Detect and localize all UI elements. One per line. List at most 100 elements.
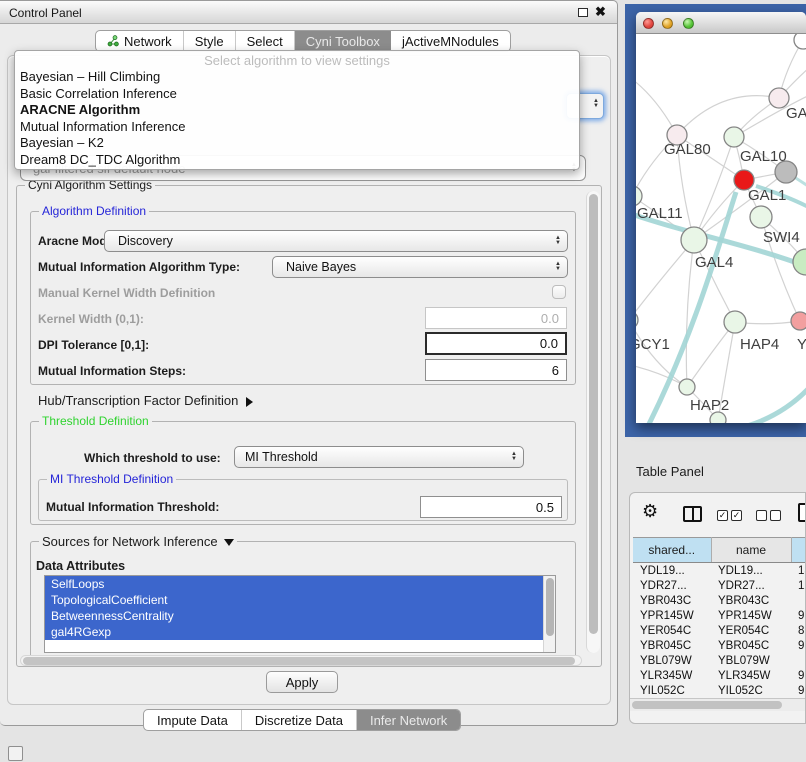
data-attributes-list[interactable]: SelfLoopsTopologicalCoefficientBetweenne… [44,575,556,653]
table-cell[interactable] [791,653,806,668]
table-cell[interactable]: YBR045C [711,638,791,653]
network-window[interactable]: GALGAL80GAL10GAL1SWI4GAL11GAL4GCY1HAP4YH… [636,12,806,423]
network-window-titlebar[interactable] [636,12,806,34]
control-panel-titlebar[interactable]: Control Panel ✖ [0,1,617,24]
table-cell[interactable]: YDR27... [633,578,711,593]
deselect-checkbox-icon[interactable] [756,510,767,521]
hub-definition-toggle[interactable]: Hub/Transcription Factor Definition [38,393,253,408]
network-node-gcy1[interactable] [636,311,638,329]
export-table-icon[interactable] [798,503,806,522]
network-node-gal4[interactable] [681,227,707,253]
table-cell[interactable]: YBR045C [633,638,711,653]
table-cell[interactable]: YDL19... [633,563,711,578]
network-node-hap2[interactable] [679,379,695,395]
table-cell[interactable]: YBR043C [633,593,711,608]
docked-panel-icon[interactable] [8,746,23,761]
select-all-checkbox-icon[interactable]: ✓ [717,510,728,521]
tab-discretize-data[interactable]: Discretize Data [242,710,357,730]
table-row[interactable]: YBR043CYBR043C [633,593,806,608]
list-scrollbar[interactable] [543,576,555,653]
attribute-list-item[interactable]: SelfLoops [45,576,555,592]
algorithm-option[interactable]: Basic Correlation Inference [15,86,579,103]
tab-select[interactable]: Select [236,31,295,51]
algorithm-option[interactable]: Dream8 DC_TDC Algorithm [15,152,579,169]
network-node-gal1[interactable] [750,206,772,228]
network-edge[interactable] [686,240,694,387]
settings-vertical-scrollbar[interactable] [586,191,600,653]
tab-impute-data[interactable]: Impute Data [144,710,242,730]
window-minimize-button[interactable] [662,18,673,29]
network-node[interactable] [775,161,797,183]
network-edge[interactable] [636,76,677,135]
network-node-gal11[interactable] [636,186,642,206]
mi-steps-field[interactable]: 6 [425,359,567,381]
attribute-list-item[interactable]: BetweennessCentrality [45,608,555,624]
network-node-swi4[interactable] [793,249,806,275]
float-panel-icon[interactable] [578,8,588,17]
window-zoom-button[interactable] [683,18,694,29]
select-all-checkbox-icon[interactable]: ✓ [731,510,742,521]
table-cell[interactable]: 13 [791,563,806,578]
table-row[interactable]: YBR045CYBR045C9. [633,638,806,653]
close-panel-icon[interactable]: ✖ [595,4,606,20]
mi-threshold-field[interactable]: 0.5 [420,496,562,518]
tab-style[interactable]: Style [184,31,236,51]
mi-type-combo[interactable]: Naive Bayes ▲ ▼ [272,256,568,278]
column-header-shared-name[interactable]: shared... [633,538,711,563]
table-rows-area[interactable]: YDL19...YDL19...13YDR27...YDR27...12YBR0… [633,563,806,698]
dpi-tolerance-field[interactable]: 0.0 [425,332,567,355]
table-cell[interactable]: 9. [791,608,806,623]
table-row[interactable]: YPR145WYPR145W9. [633,608,806,623]
table-cell[interactable]: 9. [791,638,806,653]
window-close-button[interactable] [643,18,654,29]
attribute-list-item[interactable]: TopologicalCoefficient [45,592,555,608]
table-cell[interactable]: YBR043C [711,593,791,608]
tab-infer-network[interactable]: Infer Network [357,710,460,730]
table-row[interactable]: YIL052CYIL052C9 [633,683,806,698]
algorithm-option[interactable]: Bayesian – K2 [15,135,579,152]
table-cell[interactable]: YDL19... [711,563,791,578]
algorithm-option[interactable]: Mutual Information Inference [15,119,579,136]
manual-kernel-checkbox[interactable] [552,285,566,299]
table-row[interactable]: YDR27...YDR27...12 [633,578,806,593]
network-node[interactable] [794,34,806,49]
kernel-width-field[interactable]: 0.0 [425,307,567,329]
tab-cyni-toolbox[interactable]: Cyni Toolbox [295,31,391,51]
network-edge[interactable] [636,240,694,320]
table-cell[interactable]: YDR27... [711,578,791,593]
attribute-list-item[interactable]: gal4RGexp [45,624,555,640]
table-cell[interactable]: 8. [791,623,806,638]
tab-network[interactable]: Network [96,31,184,51]
table-horizontal-scrollbar[interactable] [630,698,805,711]
algorithm-option[interactable]: ARACNE Algorithm [15,102,579,119]
table-cell[interactable]: YIL052C [633,683,711,698]
table-cell[interactable]: YBL079W [711,653,791,668]
column-header-partial[interactable]: A [791,538,806,563]
column-header-name[interactable]: name [711,538,791,563]
table-row[interactable]: YLR345WYLR345W9. [633,668,806,683]
table-cell[interactable]: YLR345W [711,668,791,683]
table-cell[interactable]: 12 [791,578,806,593]
algorithm-option[interactable]: Bayesian – Hill Climbing [15,69,579,86]
table-cell[interactable]: YPR145W [633,608,711,623]
network-node-y[interactable] [791,312,806,330]
tab-jactivemnodules[interactable]: jActiveMNodules [391,31,510,51]
network-node-gal10[interactable] [724,127,744,147]
apply-button[interactable]: Apply [266,671,338,693]
network-canvas[interactable]: GALGAL80GAL10GAL1SWI4GAL11GAL4GCY1HAP4YH… [636,34,806,423]
table-cell[interactable]: YER054C [633,623,711,638]
table-row[interactable]: YDL19...YDL19...13 [633,563,806,578]
table-cell[interactable]: YIL052C [711,683,791,698]
sources-group-title[interactable]: Sources for Network Inference [39,534,237,549]
table-cell[interactable]: YLR345W [633,668,711,683]
network-node-hap4[interactable] [724,311,746,333]
table-cell[interactable]: YPR145W [711,608,791,623]
table-cell[interactable] [791,593,806,608]
settings-horizontal-scrollbar[interactable] [20,655,582,666]
table-cell[interactable]: YER054C [711,623,791,638]
aracne-mode-combo[interactable]: Discovery ▲ ▼ [104,230,568,252]
network-edge[interactable] [687,322,735,387]
deselect-checkbox-icon[interactable] [770,510,781,521]
table-cell[interactable]: YBL079W [633,653,711,668]
table-row[interactable]: YER054CYER054C8. [633,623,806,638]
